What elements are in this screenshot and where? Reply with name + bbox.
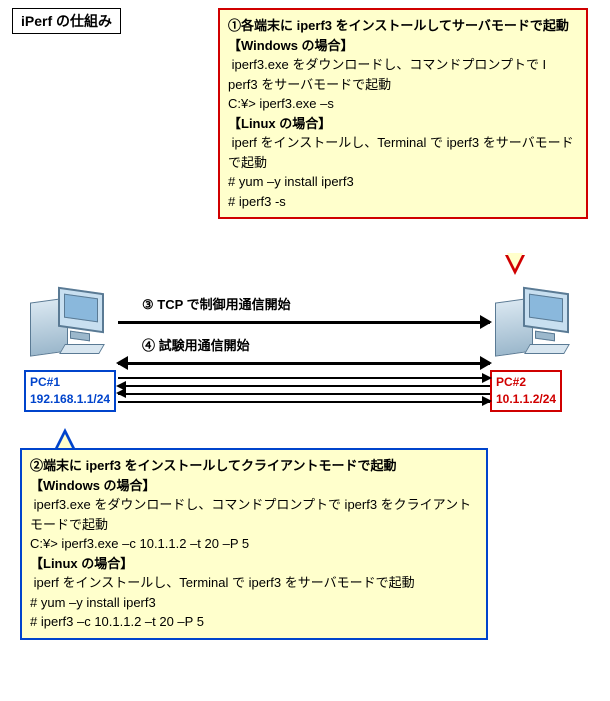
windows-heading: 【Windows の場合】 (30, 476, 478, 496)
parallel-streams-icon (118, 376, 490, 410)
network-area: ③ TCP で制御用通信開始 ④ 試験用通信開始 (118, 292, 490, 410)
diagram-title: iPerf の仕組み (12, 8, 121, 34)
callout-pointer-icon (55, 428, 75, 448)
callout-client-mode: ②端末に iperf3 をインストールしてクライアントモードで起動 【Windo… (20, 448, 488, 640)
windows-text: iperf3.exe をダウンロードし、コマンドプロンプトで iperf3 をク… (30, 495, 478, 534)
pc2-icon (495, 290, 575, 360)
pc2-ip: 10.1.1.2/24 (496, 392, 556, 406)
linux-heading: 【Linux の場合】 (228, 114, 578, 134)
callout-pointer-icon (505, 255, 525, 275)
test-arrow-icon (118, 356, 490, 370)
windows-command: C:¥> iperf3.exe –c 10.1.1.2 –t 20 –P 5 (30, 534, 478, 554)
callout-heading: ②端末に iperf3 をインストールしてクライアントモードで起動 (30, 456, 478, 476)
linux-command-1: # yum –y install iperf3 (228, 172, 578, 192)
linux-text: iperf をインストールし、Terminal で iperf3 をサーバモード… (228, 133, 578, 172)
control-arrow-icon (118, 315, 490, 329)
linux-heading: 【Linux の場合】 (30, 554, 478, 574)
windows-command: C:¥> iperf3.exe –s (228, 94, 578, 114)
callout-heading: ①各端末に iperf3 をインストールしてサーバモードで起動 (228, 16, 578, 36)
linux-text: iperf をインストールし、Terminal で iperf3 をサーバモード… (30, 573, 478, 593)
step3-label: ③ TCP で制御用通信開始 (142, 294, 490, 313)
step4-label: ④ 試験用通信開始 (142, 335, 490, 354)
windows-heading: 【Windows の場合】 (228, 36, 578, 56)
pc2-name: PC#2 (496, 375, 526, 389)
linux-command-2: # iperf3 –c 10.1.1.2 –t 20 –P 5 (30, 612, 478, 632)
pc1-icon (30, 290, 110, 360)
pc1-ip: 192.168.1.1/24 (30, 392, 110, 406)
pc1-label: PC#1 192.168.1.1/24 (24, 370, 116, 412)
pc2-label: PC#2 10.1.1.2/24 (490, 370, 562, 412)
windows-text: iperf3.exe をダウンロードし、コマンドプロンプトで I perf3 を… (228, 55, 578, 94)
linux-command-1: # yum –y install iperf3 (30, 593, 478, 613)
callout-server-mode: ①各端末に iperf3 をインストールしてサーバモードで起動 【Windows… (218, 8, 588, 219)
linux-command-2: # iperf3 -s (228, 192, 578, 212)
pc1-name: PC#1 (30, 375, 60, 389)
